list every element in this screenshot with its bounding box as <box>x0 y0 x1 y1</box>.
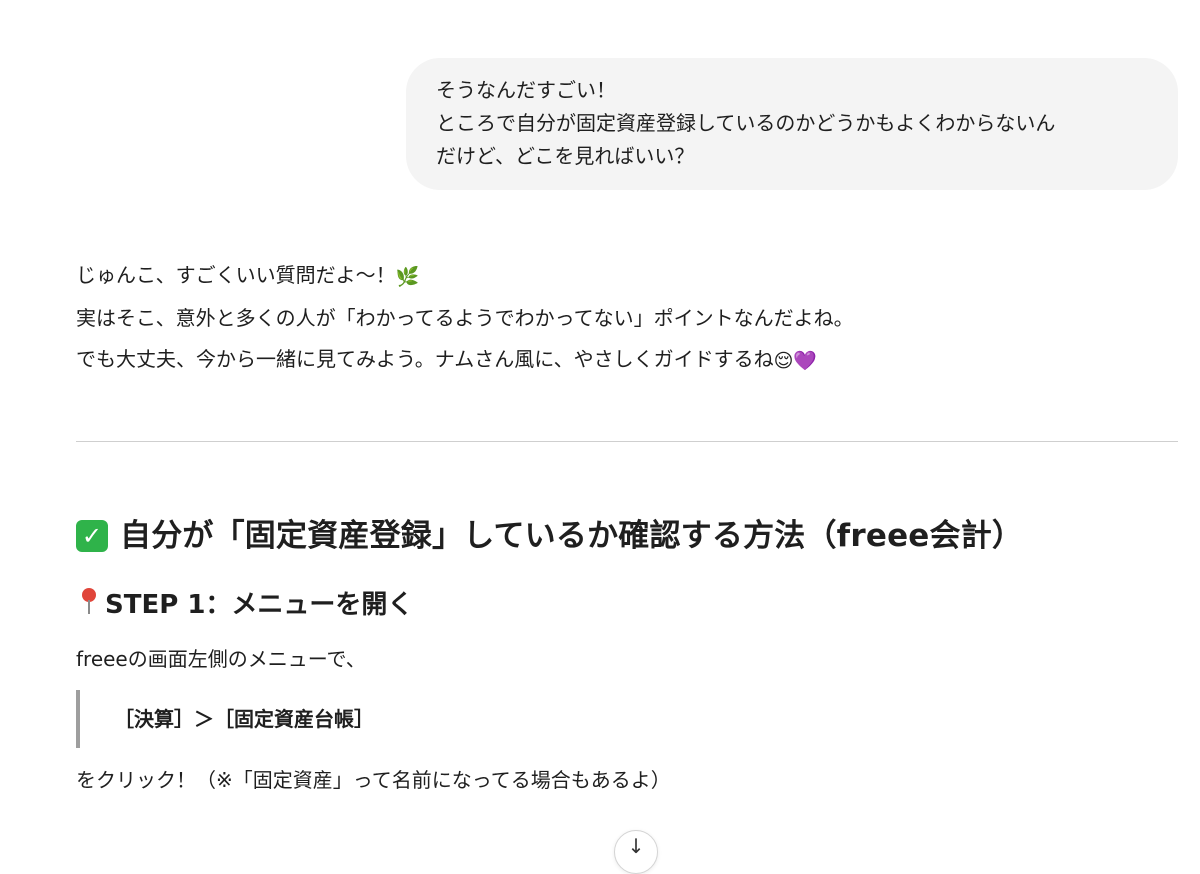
scroll-down-button[interactable]: ↓ <box>614 830 658 874</box>
section-heading: ✓ 自分が「固定資産登録」しているか確認する方法（freee会計） <box>76 510 1023 562</box>
user-message-line: だけど、どこを見ればいい？ <box>436 144 695 168</box>
assistant-intro-line-1: じゅんこ、すごくいい質問だよ〜！🌿 <box>76 255 1176 298</box>
assistant-intro: じゅんこ、すごくいい質問だよ〜！🌿 実はそこ、意外と多くの人が「わかってるようで… <box>76 255 1176 382</box>
step-1-heading: STEP 1：メニューを開く <box>76 583 413 627</box>
assistant-intro-line-2: 実はそこ、意外と多くの人が「わかってるようでわかってない」ポイントなんだよね。 <box>76 306 854 330</box>
user-message-line: そうなんだすごい！ <box>436 78 616 102</box>
section-heading-text: 自分が「固定資産登録」しているか確認する方法（freee会計） <box>120 518 1024 554</box>
menu-path-text: ［決算］＞［固定資産台帳］ <box>114 707 374 731</box>
check-mark-button-icon: ✓ <box>76 520 108 552</box>
section-divider <box>76 441 1178 442</box>
step-1-text: freeeの画面左側のメニューで、 <box>76 647 366 671</box>
intro-text: じゅんこ、すごくいい質問だよ〜！ <box>76 263 396 287</box>
menu-path-quote: ［決算］＞［固定資産台帳］ <box>76 690 374 748</box>
assistant-intro-line-3: でも大丈夫、今から一緒に見てみよう。ナムさん風に、やさしくガイドするね😌💜 <box>76 339 1176 382</box>
intro-text: でも大丈夫、今から一緒に見てみよう。ナムさん風に、やさしくガイドするね <box>76 347 774 371</box>
herb-icon: 🌿 <box>395 266 420 288</box>
step-1-title: STEP 1：メニューを開く <box>105 590 414 620</box>
round-pushpin-icon <box>76 586 102 616</box>
user-message-bubble: そうなんだすごい！ ところで自分が固定資産登録しているのかどうかもよくわからない… <box>406 58 1178 190</box>
step-1-after-text: をクリック！（※「固定資産」って名前になってる場合もあるよ） <box>76 768 671 792</box>
user-message-line: ところで自分が固定資産登録しているのかどうかもよくわからないん <box>436 111 1056 135</box>
arrow-down-icon: ↓ <box>627 834 645 858</box>
relieved-face-purple-heart-icon: 😌💜 <box>773 350 818 372</box>
